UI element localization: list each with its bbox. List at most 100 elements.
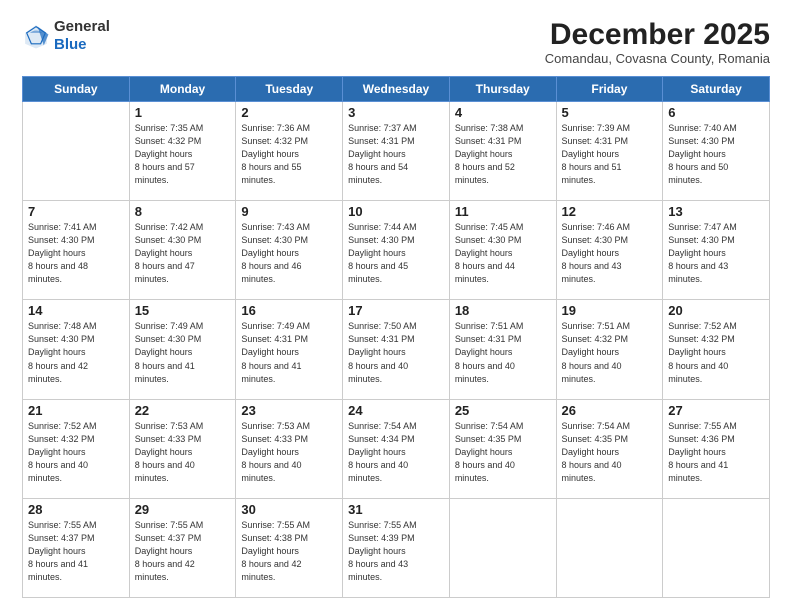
cell-info: Sunrise: 7:49 AMSunset: 4:30 PMDaylight …	[135, 320, 231, 385]
day-number: 21	[28, 403, 124, 418]
cell-info: Sunrise: 7:36 AMSunset: 4:32 PMDaylight …	[241, 122, 337, 187]
cell-info: Sunrise: 7:47 AMSunset: 4:30 PMDaylight …	[668, 221, 764, 286]
day-number: 28	[28, 502, 124, 517]
calendar-cell: 24Sunrise: 7:54 AMSunset: 4:34 PMDayligh…	[343, 399, 450, 498]
calendar-cell: 26Sunrise: 7:54 AMSunset: 4:35 PMDayligh…	[556, 399, 663, 498]
logo-general: General	[54, 18, 110, 35]
calendar-cell: 8 Sunrise: 7:42 AMSunset: 4:30 PMDaylight…	[129, 201, 236, 300]
calendar-cell: 21 Sunrise: 7:52 AMSunset: 4:32 PMDayligh…	[23, 399, 130, 498]
week-row-4: 21 Sunrise: 7:52 AMSunset: 4:32 PMDayligh…	[23, 399, 770, 498]
calendar-cell: 2 Sunrise: 7:36 AMSunset: 4:32 PMDaylight…	[236, 102, 343, 201]
calendar-cell: 27 Sunrise: 7:55 AMSunset: 4:36 PMDayligh…	[663, 399, 770, 498]
day-number: 24	[348, 403, 444, 418]
day-number: 13	[668, 204, 764, 219]
day-number: 9	[241, 204, 337, 219]
week-row-3: 14 Sunrise: 7:48 AMSunset: 4:30 PMDayligh…	[23, 300, 770, 399]
cell-info: Sunrise: 7:54 AMSunset: 4:35 PMDaylight …	[455, 420, 551, 485]
day-number: 5	[562, 105, 658, 120]
day-number: 25	[455, 403, 551, 418]
cell-info: Sunrise: 7:55 AMSunset: 4:38 PMDaylight …	[241, 519, 337, 584]
calendar-table: SundayMondayTuesdayWednesdayThursdayFrid…	[22, 76, 770, 598]
cell-info: Sunrise: 7:45 AMSunset: 4:30 PMDaylight …	[455, 221, 551, 286]
weekday-thursday: Thursday	[449, 77, 556, 102]
calendar-cell: 29 Sunrise: 7:55 AMSunset: 4:37 PMDayligh…	[129, 498, 236, 597]
header: General Blue December 2025 Comandau, Cov…	[22, 18, 770, 66]
logo-blue: Blue	[54, 36, 87, 53]
day-number: 10	[348, 204, 444, 219]
calendar-cell: 31Sunrise: 7:55 AMSunset: 4:39 PMDayligh…	[343, 498, 450, 597]
cell-info: Sunrise: 7:41 AMSunset: 4:30 PMDaylight …	[28, 221, 124, 286]
day-number: 16	[241, 303, 337, 318]
cell-info: Sunrise: 7:51 AMSunset: 4:32 PMDaylight …	[562, 320, 658, 385]
day-number: 22	[135, 403, 231, 418]
location-subtitle: Comandau, Covasna County, Romania	[545, 51, 770, 66]
weekday-saturday: Saturday	[663, 77, 770, 102]
cell-info: Sunrise: 7:53 AMSunset: 4:33 PMDaylight …	[135, 420, 231, 485]
cell-info: Sunrise: 7:50 AMSunset: 4:31 PMDaylight …	[348, 320, 444, 385]
weekday-friday: Friday	[556, 77, 663, 102]
cell-info: Sunrise: 7:44 AMSunset: 4:30 PMDaylight …	[348, 221, 444, 286]
cell-info: Sunrise: 7:38 AMSunset: 4:31 PMDaylight …	[455, 122, 551, 187]
day-number: 29	[135, 502, 231, 517]
day-number: 7	[28, 204, 124, 219]
cell-info: Sunrise: 7:55 AMSunset: 4:37 PMDaylight …	[28, 519, 124, 584]
week-row-5: 28 Sunrise: 7:55 AMSunset: 4:37 PMDayligh…	[23, 498, 770, 597]
calendar-cell: 22 Sunrise: 7:53 AMSunset: 4:33 PMDayligh…	[129, 399, 236, 498]
weekday-header-row: SundayMondayTuesdayWednesdayThursdayFrid…	[23, 77, 770, 102]
cell-info: Sunrise: 7:37 AMSunset: 4:31 PMDaylight …	[348, 122, 444, 187]
day-number: 17	[348, 303, 444, 318]
calendar-cell: 20Sunrise: 7:52 AMSunset: 4:32 PMDayligh…	[663, 300, 770, 399]
cell-info: Sunrise: 7:48 AMSunset: 4:30 PMDaylight …	[28, 320, 124, 385]
cell-info: Sunrise: 7:51 AMSunset: 4:31 PMDaylight …	[455, 320, 551, 385]
weekday-sunday: Sunday	[23, 77, 130, 102]
calendar-cell: 6Sunrise: 7:40 AMSunset: 4:30 PMDaylight…	[663, 102, 770, 201]
cell-info: Sunrise: 7:52 AMSunset: 4:32 PMDaylight …	[668, 320, 764, 385]
weekday-wednesday: Wednesday	[343, 77, 450, 102]
day-number: 27	[668, 403, 764, 418]
day-number: 19	[562, 303, 658, 318]
calendar-cell: 11 Sunrise: 7:45 AMSunset: 4:30 PMDayligh…	[449, 201, 556, 300]
calendar-cell: 10 Sunrise: 7:44 AMSunset: 4:30 PMDayligh…	[343, 201, 450, 300]
logo-text: General Blue	[54, 18, 110, 54]
calendar-cell: 5 Sunrise: 7:39 AMSunset: 4:31 PMDaylight…	[556, 102, 663, 201]
calendar-cell: 4 Sunrise: 7:38 AMSunset: 4:31 PMDaylight…	[449, 102, 556, 201]
calendar-cell: 30 Sunrise: 7:55 AMSunset: 4:38 PMDayligh…	[236, 498, 343, 597]
calendar-cell: 23Sunrise: 7:53 AMSunset: 4:33 PMDayligh…	[236, 399, 343, 498]
day-number: 3	[348, 105, 444, 120]
day-number: 8	[135, 204, 231, 219]
calendar-cell: 3 Sunrise: 7:37 AMSunset: 4:31 PMDaylight…	[343, 102, 450, 201]
day-number: 31	[348, 502, 444, 517]
calendar-cell: 25 Sunrise: 7:54 AMSunset: 4:35 PMDayligh…	[449, 399, 556, 498]
cell-info: Sunrise: 7:42 AMSunset: 4:30 PMDaylight …	[135, 221, 231, 286]
day-number: 4	[455, 105, 551, 120]
month-title: December 2025	[545, 18, 770, 51]
calendar-cell	[23, 102, 130, 201]
day-number: 30	[241, 502, 337, 517]
day-number: 12	[562, 204, 658, 219]
cell-info: Sunrise: 7:46 AMSunset: 4:30 PMDaylight …	[562, 221, 658, 286]
day-number: 14	[28, 303, 124, 318]
title-block: December 2025 Comandau, Covasna County, …	[545, 18, 770, 66]
day-number: 1	[135, 105, 231, 120]
calendar-cell: 19 Sunrise: 7:51 AMSunset: 4:32 PMDayligh…	[556, 300, 663, 399]
week-row-2: 7 Sunrise: 7:41 AMSunset: 4:30 PMDaylight…	[23, 201, 770, 300]
calendar-cell	[556, 498, 663, 597]
day-number: 15	[135, 303, 231, 318]
calendar-cell	[449, 498, 556, 597]
calendar-cell	[663, 498, 770, 597]
day-number: 11	[455, 204, 551, 219]
day-number: 2	[241, 105, 337, 120]
calendar-cell: 12 Sunrise: 7:46 AMSunset: 4:30 PMDayligh…	[556, 201, 663, 300]
calendar-cell: 17 Sunrise: 7:50 AMSunset: 4:31 PMDayligh…	[343, 300, 450, 399]
cell-info: Sunrise: 7:52 AMSunset: 4:32 PMDaylight …	[28, 420, 124, 485]
cell-info: Sunrise: 7:39 AMSunset: 4:31 PMDaylight …	[562, 122, 658, 187]
logo: General Blue	[22, 18, 110, 54]
calendar-cell: 16Sunrise: 7:49 AMSunset: 4:31 PMDayligh…	[236, 300, 343, 399]
weekday-monday: Monday	[129, 77, 236, 102]
calendar-cell: 28 Sunrise: 7:55 AMSunset: 4:37 PMDayligh…	[23, 498, 130, 597]
cell-info: Sunrise: 7:53 AMSunset: 4:33 PMDaylight …	[241, 420, 337, 485]
cell-info: Sunrise: 7:55 AMSunset: 4:36 PMDaylight …	[668, 420, 764, 485]
calendar-cell: 1Sunrise: 7:35 AMSunset: 4:32 PMDaylight…	[129, 102, 236, 201]
cell-info: Sunrise: 7:55 AMSunset: 4:37 PMDaylight …	[135, 519, 231, 584]
weekday-tuesday: Tuesday	[236, 77, 343, 102]
